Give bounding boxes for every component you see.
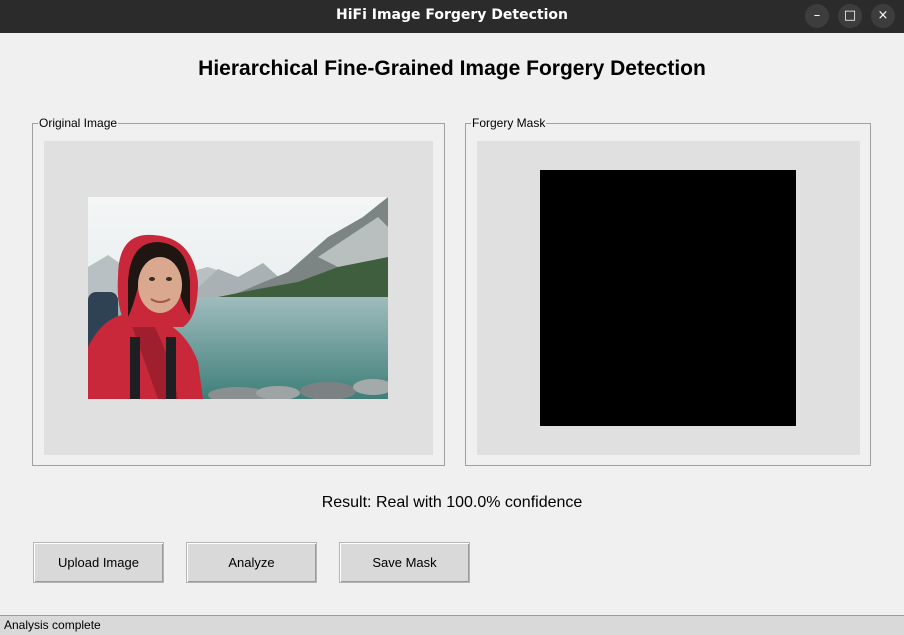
original-image-canvas bbox=[44, 141, 433, 455]
page-title: Hierarchical Fine-Grained Image Forgery … bbox=[198, 57, 706, 80]
analyze-button[interactable]: Analyze bbox=[186, 542, 317, 583]
forgery-mask-canvas bbox=[477, 141, 860, 455]
status-text: Analysis complete bbox=[4, 618, 101, 632]
minimize-button[interactable]: – bbox=[805, 4, 829, 28]
original-image-label: Original Image bbox=[38, 116, 119, 130]
original-image-panel: Original Image bbox=[32, 116, 445, 466]
original-photo bbox=[88, 197, 388, 399]
photo-illustration bbox=[88, 197, 388, 399]
maximize-button[interactable]: □ bbox=[838, 4, 862, 28]
result-label: Result: Real with 100.0% confidence bbox=[321, 494, 583, 511]
forgery-mask-label: Forgery Mask bbox=[471, 116, 547, 130]
title-bar: HiFi Image Forgery Detection – □ × bbox=[0, 0, 904, 33]
upload-image-button[interactable]: Upload Image bbox=[33, 542, 164, 583]
window-title: HiFi Image Forgery Detection bbox=[335, 7, 568, 23]
forgery-mask-image bbox=[540, 170, 796, 426]
close-button[interactable]: × bbox=[871, 4, 895, 28]
forgery-mask-panel: Forgery Mask bbox=[465, 116, 871, 466]
save-mask-button[interactable]: Save Mask bbox=[339, 542, 470, 583]
status-bar: Analysis complete bbox=[0, 615, 904, 635]
